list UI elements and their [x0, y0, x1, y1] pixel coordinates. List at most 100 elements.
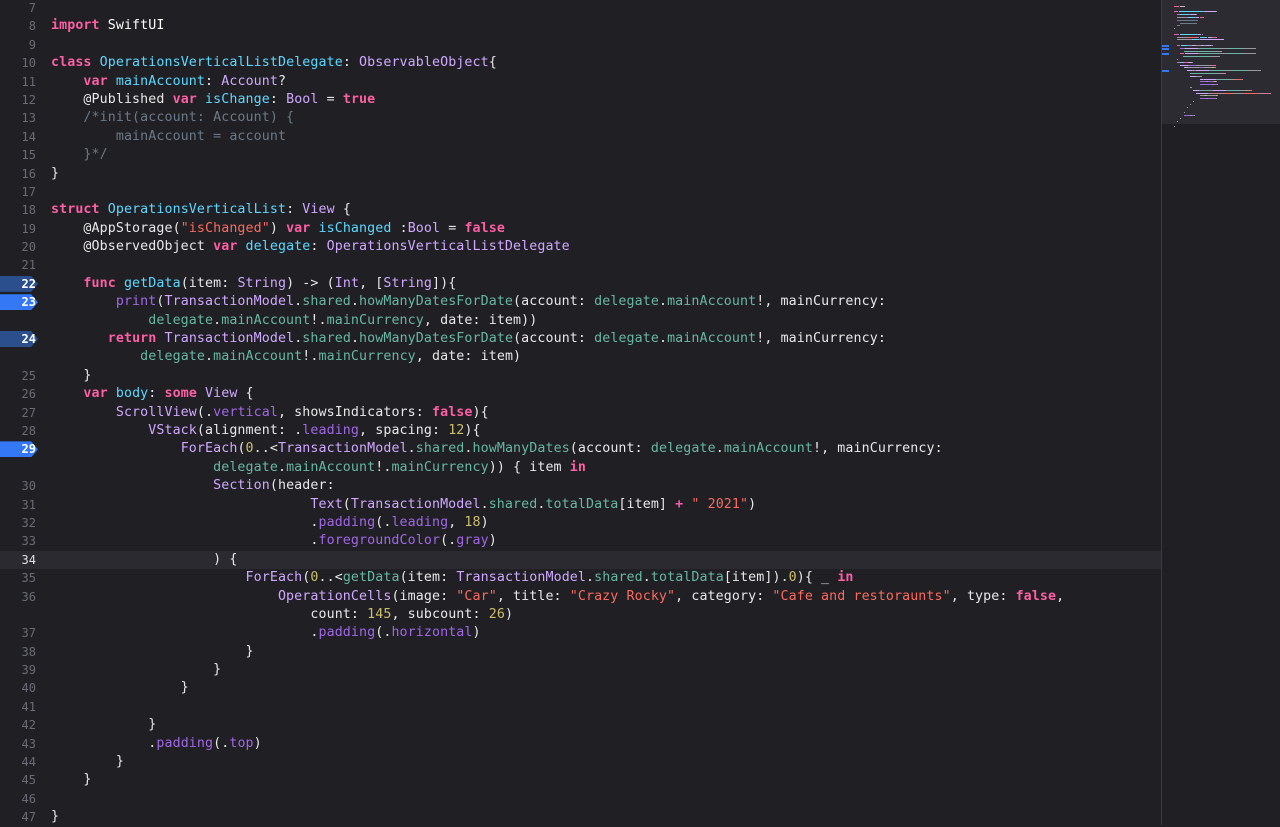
code-line[interactable]: 17: [0, 183, 1161, 201]
line-number[interactable]: 47: [0, 808, 36, 826]
code-line[interactable]: 23 print(TransactionModel.shared.howMany…: [0, 293, 1161, 311]
code-line[interactable]: 33 .foregroundColor(.gray): [0, 532, 1161, 550]
code-line[interactable]: 14 mainAccount = account: [0, 128, 1161, 146]
line-number[interactable]: 46: [0, 790, 36, 808]
code-line[interactable]: 15 }*/: [0, 146, 1161, 164]
code-editor[interactable]: 7 8 import SwiftUI 9 10 class OperationsVerti…: [0, 0, 1161, 825]
code-line[interactable]: 18 struct OperationsVerticalList: View {: [0, 201, 1161, 219]
line-number[interactable]: 27: [0, 404, 36, 422]
code-line[interactable]: 41: [0, 698, 1161, 716]
line-number[interactable]: 37: [0, 624, 36, 642]
code-line[interactable]: 40 }: [0, 679, 1161, 697]
line-number[interactable]: 33: [0, 532, 36, 550]
code-line[interactable]: 39 }: [0, 661, 1161, 679]
code-line[interactable]: 37 .padding(.horizontal): [0, 624, 1161, 642]
code-line[interactable]: 35 ForEach(0..<getData(item: Transaction…: [0, 569, 1161, 587]
code-line[interactable]: 45 }: [0, 771, 1161, 789]
code-line[interactable]: 36 OperationCells(image: "Car", title: "…: [0, 588, 1161, 606]
minimap-stroke: [1204, 53, 1220, 55]
line-number[interactable]: 43: [0, 735, 36, 753]
line-number[interactable]: 41: [0, 698, 36, 716]
code-line[interactable]: delegate.mainAccount!.mainCurrency, date…: [0, 348, 1161, 366]
code-line[interactable]: 43 .padding(.top): [0, 735, 1161, 753]
line-number[interactable]: 31: [0, 496, 36, 514]
line-number[interactable]: 20: [0, 238, 36, 256]
code-line[interactable]: 38 }: [0, 643, 1161, 661]
line-number[interactable]: 12: [0, 91, 36, 109]
code-text: .padding(.horizontal): [51, 624, 481, 642]
code-line[interactable]: 12 @Published var isChange: Bool = true: [0, 91, 1161, 109]
code-line[interactable]: 34 ) {: [0, 550, 1161, 570]
line-number[interactable]: 45: [0, 771, 36, 789]
code-line[interactable]: 13 /*init(account: Account) {: [0, 109, 1161, 127]
code-text: ) {: [51, 551, 237, 569]
line-number[interactable]: 22: [0, 275, 36, 293]
line-number[interactable]: 19: [0, 220, 36, 238]
line-number[interactable]: 14: [0, 128, 36, 146]
line-number[interactable]: 30: [0, 477, 36, 495]
code-line[interactable]: count: 145, subcount: 26): [0, 606, 1161, 624]
line-number[interactable]: 7: [0, 0, 36, 17]
code-line[interactable]: 11 var mainAccount: Account?: [0, 73, 1161, 91]
line-number[interactable]: 42: [0, 716, 36, 734]
line-number[interactable]: 17: [0, 183, 36, 201]
line-number[interactable]: 13: [0, 109, 36, 127]
line-number[interactable]: 23: [0, 293, 36, 311]
code-token: }: [51, 367, 92, 383]
code-line[interactable]: 30 Section(header:: [0, 477, 1161, 495]
line-number[interactable]: 26: [0, 385, 36, 403]
line-number[interactable]: 16: [0, 165, 36, 183]
code-line[interactable]: 47}: [0, 808, 1161, 826]
minimap[interactable]: [1162, 0, 1280, 825]
line-number[interactable]: 28: [0, 422, 36, 440]
line-number[interactable]: 25: [0, 367, 36, 385]
code-line[interactable]: 27 ScrollView(.vertical, showsIndicators…: [0, 404, 1161, 422]
code-line[interactable]: 7: [0, 0, 1161, 17]
line-number[interactable]: 32: [0, 514, 36, 532]
code-token: .: [586, 570, 595, 586]
line-number[interactable]: 34: [0, 551, 36, 569]
code-line[interactable]: 24 return TransactionModel.shared.howMan…: [0, 330, 1161, 348]
code-line[interactable]: 16}: [0, 165, 1161, 183]
minimap-stroke: [1214, 64, 1217, 66]
code-line[interactable]: 28 VStack(alignment: .leading, spacing: …: [0, 422, 1161, 440]
line-number[interactable]: 35: [0, 569, 36, 587]
code-line[interactable]: 8 import SwiftUI: [0, 17, 1161, 35]
code-line[interactable]: 44 }: [0, 753, 1161, 771]
minimap-stroke: [1195, 75, 1202, 77]
line-number[interactable]: 36: [0, 588, 36, 606]
line-number[interactable]: 29: [0, 440, 36, 458]
code-line[interactable]: 10 class OperationsVerticalListDelegate: …: [0, 54, 1161, 72]
minimap-stroke: [1234, 47, 1243, 49]
code-line[interactable]: 20 @ObservedObject var delegate: Operati…: [0, 238, 1161, 256]
code-line[interactable]: delegate.mainAccount!.mainCurrency, date…: [0, 312, 1161, 330]
line-number[interactable]: 18: [0, 201, 36, 219]
line-number[interactable]: 44: [0, 753, 36, 771]
line-number[interactable]: 15: [0, 146, 36, 164]
code-line[interactable]: 9: [0, 36, 1161, 54]
code-line[interactable]: 32 .padding(.leading, 18): [0, 514, 1161, 532]
code-line[interactable]: 22 func getData(item: String) -> (Int, […: [0, 275, 1161, 293]
line-number[interactable]: 24: [0, 330, 36, 348]
minimap-stroke: [1213, 36, 1218, 38]
code-line[interactable]: 19 @AppStorage("isChanged") var isChange…: [0, 220, 1161, 238]
code-line[interactable]: 46: [0, 790, 1161, 808]
line-number[interactable]: 10: [0, 54, 36, 72]
code-line[interactable]: 26 var body: some View {: [0, 385, 1161, 403]
line-number[interactable]: 9: [0, 36, 36, 54]
code-line[interactable]: delegate.mainAccount!.mainCurrency)) { i…: [0, 459, 1161, 477]
code-line[interactable]: 21: [0, 256, 1161, 274]
code-line[interactable]: 29 ForEach(0..<TransactionModel.shared.h…: [0, 440, 1161, 458]
code-token: gray: [456, 533, 489, 549]
code-line[interactable]: 42 }: [0, 716, 1161, 734]
line-number[interactable]: 40: [0, 679, 36, 697]
line-number[interactable]: 11: [0, 73, 36, 91]
line-number[interactable]: 21: [0, 256, 36, 274]
line-number[interactable]: 39: [0, 661, 36, 679]
code-line[interactable]: 31 Text(TransactionModel.shared.totalDat…: [0, 496, 1161, 514]
code-line[interactable]: 25 }: [0, 367, 1161, 385]
line-number[interactable]: 38: [0, 643, 36, 661]
line-number[interactable]: 8: [0, 17, 36, 35]
code-text: }: [51, 716, 156, 734]
